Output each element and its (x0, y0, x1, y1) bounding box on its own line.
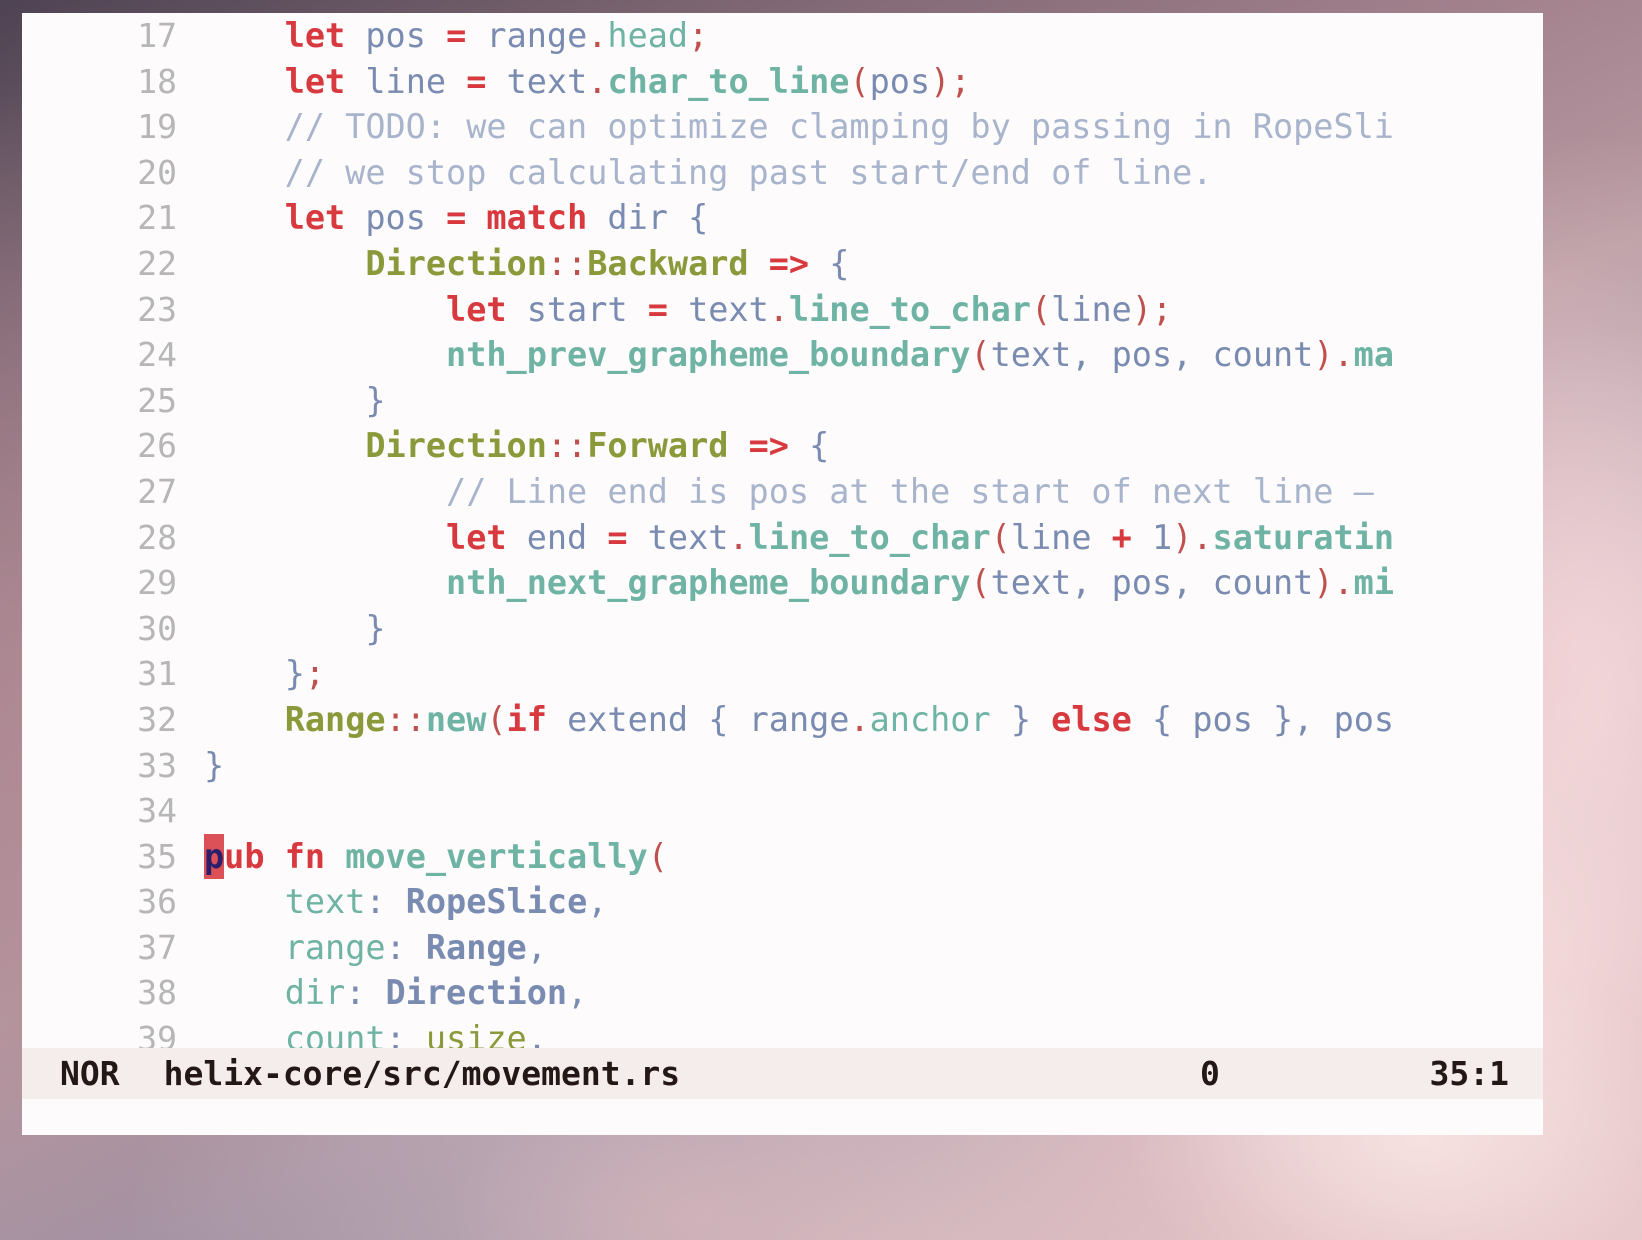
line-content[interactable]: } (177, 743, 224, 789)
code-line[interactable]: 26 Direction::Forward => { (22, 423, 1543, 469)
line-number: 20 (137, 152, 177, 192)
line-content[interactable]: // we stop calculating past start/end of… (177, 150, 1213, 196)
code-line[interactable]: 27 // Line end is pos at the start of ne… (22, 469, 1543, 515)
line-number: 33 (137, 745, 177, 785)
line-number: 29 (137, 563, 177, 603)
line-content[interactable]: // Line end is pos at the start of next … (177, 469, 1374, 515)
line-number: 32 (137, 699, 177, 739)
code-line[interactable]: 29 nth_next_grapheme_boundary(text, pos,… (22, 560, 1543, 606)
code-line[interactable]: 30 } (22, 606, 1543, 652)
line-number: 37 (137, 927, 177, 967)
code-line[interactable]: 33 } (22, 743, 1543, 789)
code-line[interactable]: 36 text: RopeSlice, (22, 879, 1543, 925)
line-content[interactable]: pub fn move_vertically( (177, 833, 668, 880)
code-line[interactable]: 24 nth_prev_grapheme_boundary(text, pos,… (22, 332, 1543, 378)
statusline-bottom-padding (22, 1099, 1543, 1135)
line-content[interactable]: // TODO: we can optimize clamping by pas… (177, 104, 1394, 150)
line-content[interactable]: Direction::Forward => { (177, 423, 829, 469)
line-number: 25 (137, 380, 177, 420)
line-number: 23 (137, 289, 177, 329)
code-line[interactable]: 17 let pos = range.head; (22, 13, 1543, 59)
line-number: 21 (137, 198, 177, 238)
line-content[interactable]: dir: Direction, (177, 970, 588, 1016)
line-number: 35 (137, 836, 177, 876)
line-content[interactable]: } (177, 378, 385, 424)
line-content[interactable]: } (177, 606, 385, 652)
code-line[interactable]: 28 let end = text.line_to_char(line + 1)… (22, 515, 1543, 561)
line-content[interactable]: text: RopeSlice, (177, 879, 608, 925)
code-line[interactable]: 31 }; (22, 651, 1543, 697)
code-line[interactable]: 20 // we stop calculating past start/end… (22, 150, 1543, 196)
line-number: 17 (137, 16, 177, 55)
code-line[interactable]: 32 Range::new(if extend { range.anchor }… (22, 697, 1543, 743)
line-number: 19 (137, 107, 177, 147)
code-line[interactable]: 18 let line = text.char_to_line(pos); (22, 59, 1543, 105)
line-number: 22 (137, 243, 177, 283)
status-cursor-position: 35:1 (1429, 1054, 1509, 1093)
line-content[interactable]: let line = text.char_to_line(pos); (177, 59, 971, 105)
line-number: 38 (137, 973, 177, 1013)
line-number: 36 (137, 882, 177, 922)
line-content[interactable]: let pos = match dir { (177, 195, 709, 241)
line-content[interactable]: nth_prev_grapheme_boundary(text, pos, co… (177, 332, 1394, 378)
code-line[interactable]: 25 } (22, 378, 1543, 424)
code-line[interactable]: 21 let pos = match dir { (22, 195, 1543, 241)
code-editor-area[interactable]: 17 let pos = range.head; 18 let line = t… (22, 13, 1543, 1076)
code-line[interactable]: 22 Direction::Backward => { (22, 241, 1543, 287)
line-content[interactable]: Range::new(if extend { range.anchor } el… (177, 697, 1394, 743)
code-line[interactable]: 34 (22, 788, 1543, 834)
statusline: NOR helix-core/src/movement.rs 0 35:1 (22, 1048, 1543, 1099)
status-file-path: helix-core/src/movement.rs (163, 1054, 681, 1093)
line-content[interactable]: Direction::Backward => { (177, 241, 849, 287)
line-number: 26 (137, 426, 177, 466)
line-number: 24 (137, 335, 177, 375)
status-diagnostics-count: 0 (1200, 1054, 1220, 1093)
line-number: 30 (137, 608, 177, 648)
line-number: 28 (137, 517, 177, 557)
line-number: 18 (137, 61, 177, 101)
line-content[interactable]: let pos = range.head; (177, 13, 709, 59)
text-cursor: p (204, 833, 225, 880)
line-number: 31 (137, 654, 177, 694)
code-line[interactable]: 19 // TODO: we can optimize clamping by … (22, 104, 1543, 150)
line-content[interactable]: nth_next_grapheme_boundary(text, pos, co… (177, 560, 1394, 606)
status-mode-indicator: NOR (60, 1054, 120, 1093)
helix-editor-window[interactable]: 17 let pos = range.head; 18 let line = t… (22, 13, 1543, 1135)
line-content[interactable]: let start = text.line_to_char(line); (177, 287, 1172, 333)
code-line-cursor[interactable]: 35 pub fn move_vertically( (22, 833, 1543, 880)
line-content[interactable]: range: Range, (177, 925, 547, 971)
line-content[interactable]: let end = text.line_to_char(line + 1).sa… (177, 515, 1394, 561)
code-line[interactable]: 37 range: Range, (22, 925, 1543, 971)
line-content[interactable]: }; (177, 651, 325, 697)
line-number: 34 (137, 791, 177, 831)
code-line[interactable]: 23 let start = text.line_to_char(line); (22, 287, 1543, 333)
line-number: 27 (137, 471, 177, 511)
code-line[interactable]: 38 dir: Direction, (22, 970, 1543, 1016)
